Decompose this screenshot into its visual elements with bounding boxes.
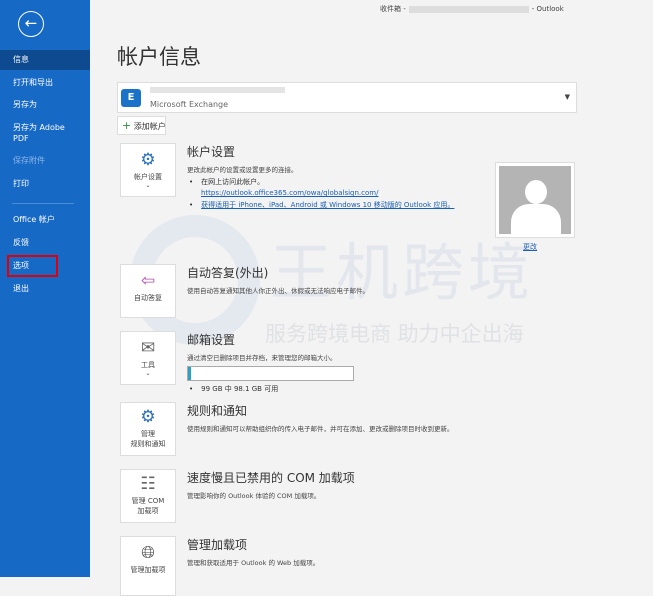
section-desc: 更改此帐户的设置或设置更多的连接。 <box>187 166 298 174</box>
nav-office-account[interactable]: Office 帐户 <box>0 214 90 225</box>
section-title: 速度慢且已禁用的 COM 加载项 <box>187 471 355 485</box>
mailbox-settings-section: 邮箱设置 通过清空已删除项目并存档，来管理您的邮箱大小。 99 GB 中 98.… <box>187 331 354 394</box>
chevron-down-icon: ⌄ <box>145 370 151 377</box>
card-label: 加载项 <box>137 507 159 515</box>
nav-feedback[interactable]: 反馈 <box>0 237 90 248</box>
divider <box>12 203 74 204</box>
bullet-text: 在网上访问此帐户。 <box>187 177 454 187</box>
add-account-label: 添加帐户 <box>133 122 166 131</box>
door-arrow-icon: ⇦ <box>140 271 156 291</box>
manage-rules-button[interactable]: ⚙ 管理规则和通知 <box>120 402 176 456</box>
manage-com-addins-button[interactable]: ☷ 管理 COM 加载项 <box>120 469 176 523</box>
addins-section: 管理加载项 管理和获取适用于 Outlook 的 Web 加载项。 <box>187 536 319 567</box>
nav-print[interactable]: 打印 <box>0 178 90 189</box>
highlight-box <box>7 255 58 277</box>
section-title: 邮箱设置 <box>187 333 236 347</box>
section-title: 帐户设置 <box>187 145 236 159</box>
account-settings-button[interactable]: ⚙ 帐户设置 ⌄ <box>120 143 176 197</box>
rules-section: 规则和通知 使用规则和通知可以帮助组织你的传入电子邮件，并可在添加、更改或删除项… <box>187 402 454 433</box>
usage-fill <box>188 367 191 380</box>
tools-button[interactable]: ✉ 工具 ⌄ <box>120 331 176 385</box>
card-label: 规则和通知 <box>130 440 166 448</box>
card-label: 管理 <box>141 430 155 438</box>
card-label: 自动答复 <box>134 294 162 302</box>
page-title: 帐户信息 <box>117 45 201 69</box>
list-gear-icon: ☷ <box>140 474 156 494</box>
title-app: - Outlook <box>531 5 564 13</box>
card-label: 管理 COM <box>131 497 165 505</box>
section-desc: 使用自动答复通知其他人你正外出、休假或无法响应电子邮件。 <box>187 287 369 295</box>
account-selector[interactable]: E Microsoft Exchange ▼ <box>117 82 577 113</box>
nav-save-as-adobe-pdf[interactable]: 另存为 Adobe PDF <box>0 122 75 144</box>
section-desc: 通过清空已删除项目并存档，来管理您的邮箱大小。 <box>187 354 337 362</box>
back-arrow-icon[interactable]: ← <box>18 11 44 37</box>
section-title: 自动答复(外出) <box>187 266 269 280</box>
account-type: Microsoft Exchange <box>150 100 229 109</box>
globe-gear-icon: 🌐︎ <box>141 543 155 563</box>
main-content: 王机跨境 服务跨境电商 助力中企出海 收件箱 -- Outlook 帐户信息 E… <box>90 0 653 596</box>
change-photo-link[interactable]: 更改 <box>523 242 537 252</box>
section-desc: 管理和获取适用于 Outlook 的 Web 加载项。 <box>187 559 320 567</box>
nav-save-as[interactable]: 另存为 <box>0 99 90 110</box>
section-title: 管理加载项 <box>187 538 248 552</box>
section-desc: 管理影响你的 Outlook 体验的 COM 加载项。 <box>187 492 321 500</box>
nav-exit[interactable]: 退出 <box>0 283 90 294</box>
plus-icon: + <box>122 119 132 132</box>
redacted-email <box>408 5 529 13</box>
automatic-replies-section: 自动答复(外出) 使用自动答复通知其他人你正外出、休假或无法响应电子邮件。 <box>187 264 369 295</box>
mobile-app-link[interactable]: 获得适用于 iPhone、iPad、Android 或 Windows 10 移… <box>201 201 454 209</box>
backstage-sidebar: ← 信息 打开和导出 另存为 另存为 Adobe PDF 保存附件 打印 Off… <box>0 0 90 577</box>
section-desc: 使用规则和通知可以帮助组织你的传入电子邮件，并可在添加、更改或删除项目时收到更新… <box>187 425 454 433</box>
com-addins-section: 速度慢且已禁用的 COM 加载项 管理影响你的 Outlook 体验的 COM … <box>187 469 355 500</box>
manage-addins-button[interactable]: 🌐︎ 管理加载项 <box>120 536 176 596</box>
chevron-down-icon: ⌄ <box>145 182 151 189</box>
card-label: 工具 <box>141 361 155 369</box>
chevron-down-icon: ▼ <box>564 93 570 101</box>
mailbox-usage-bar <box>187 366 354 381</box>
storage-text: 99 GB 中 98.1 GB 可用 <box>187 384 354 394</box>
envelope-tools-icon: ✉ <box>140 338 156 358</box>
nav-save-attachments: 保存附件 <box>13 156 45 165</box>
add-account-button[interactable]: + 添加帐户 <box>117 116 166 135</box>
automatic-replies-button[interactable]: ⇦ 自动答复 <box>120 264 176 318</box>
window-title: 收件箱 - - Outlook <box>380 4 564 14</box>
redacted-account-name <box>150 87 285 93</box>
owa-link[interactable]: https://outlook.office365.com/owa/global… <box>201 189 378 197</box>
section-title: 规则和通知 <box>187 404 248 418</box>
profile-photo <box>495 162 575 238</box>
card-label: 管理加载项 <box>130 566 166 574</box>
nav-open-export[interactable]: 打开和导出 <box>0 77 90 88</box>
title-folder: 收件箱 - <box>380 5 406 13</box>
card-label: 帐户设置 <box>134 173 162 181</box>
account-settings-section: 帐户设置 更改此帐户的设置或设置更多的连接。 在网上访问此帐户。 https:/… <box>187 143 454 210</box>
gear-bell-icon: ⚙ <box>140 407 156 427</box>
nav-info[interactable]: 信息 <box>0 50 90 70</box>
exchange-logo-icon: E <box>121 89 141 107</box>
user-gear-icon: ⚙ <box>140 150 156 170</box>
